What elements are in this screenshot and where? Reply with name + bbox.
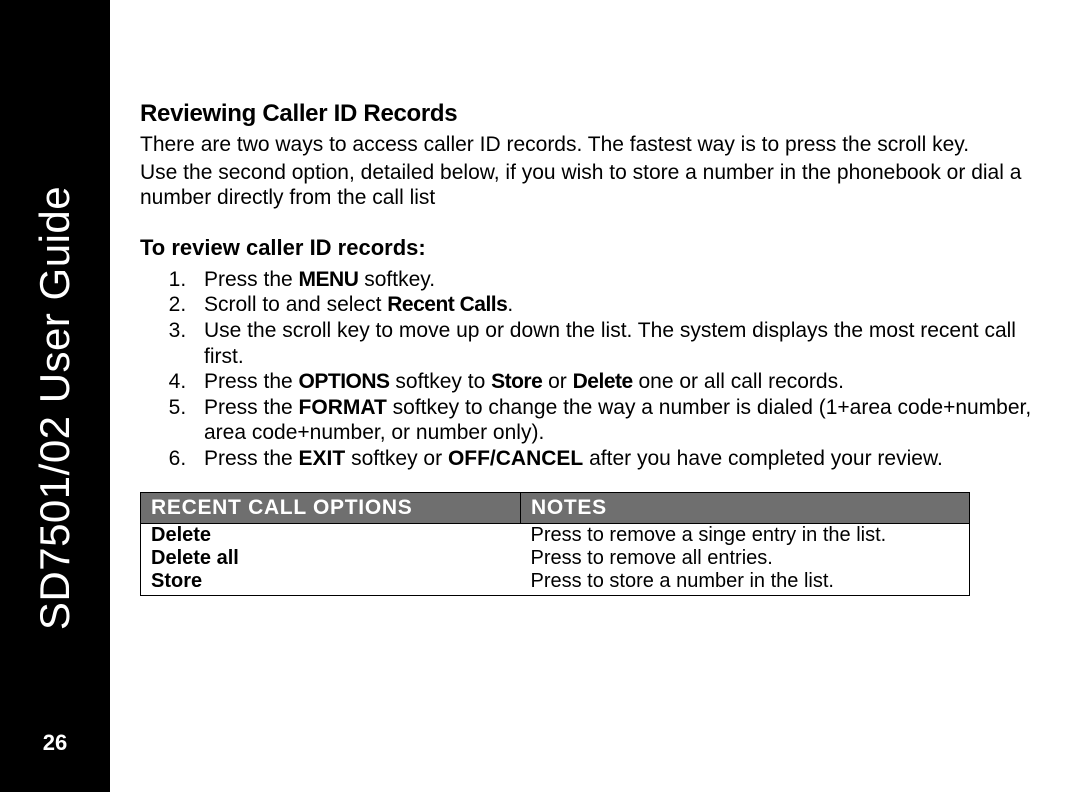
cell-delete-note: Press to remove a singe entry in the lis… xyxy=(521,523,970,547)
menu-keyword: MENU xyxy=(299,268,359,291)
table-row: Store Press to store a number in the lis… xyxy=(141,570,970,596)
step-5: Press the FORMAT softkey to change the w… xyxy=(192,395,1040,446)
guide-title: SD7501/02 User Guide xyxy=(31,186,79,630)
cell-store: Store xyxy=(141,570,521,596)
off-cancel-keyword: OFF/CANCEL xyxy=(448,447,583,470)
step-1: Press the MENU softkey. xyxy=(192,267,1040,293)
intro-para-1: There are two ways to access caller ID r… xyxy=(140,132,1040,158)
page-number: 26 xyxy=(0,730,110,756)
options-table: RECENT CALL OPTIONS NOTES Delete Press t… xyxy=(140,492,970,596)
cell-delete-all-note: Press to remove all entries. xyxy=(521,547,970,570)
step-4: Press the OPTIONS softkey to Store or De… xyxy=(192,369,1040,395)
store-keyword: Store xyxy=(491,370,542,393)
step-6: Press the EXIT softkey or OFF/CANCEL aft… xyxy=(192,446,1040,472)
table-row: Delete Press to remove a singe entry in … xyxy=(141,523,970,547)
cell-delete-all: Delete all xyxy=(141,547,521,570)
table-row: Delete all Press to remove all entries. xyxy=(141,547,970,570)
step-2: Scroll to and select Recent Calls. xyxy=(192,292,1040,318)
format-keyword: FORMAT xyxy=(299,396,387,419)
cell-store-note: Press to store a number in the list. xyxy=(521,570,970,596)
table-header-notes: NOTES xyxy=(521,492,970,523)
cell-delete: Delete xyxy=(141,523,521,547)
delete-keyword: Delete xyxy=(573,370,633,393)
intro-para-2: Use the second option, detailed below, i… xyxy=(140,160,1040,211)
page-content: Reviewing Caller ID Records There are tw… xyxy=(140,100,1040,596)
exit-keyword: EXIT xyxy=(299,447,346,470)
sidebar: SD7501/02 User Guide 26 xyxy=(0,0,110,792)
steps-heading: To review caller ID records: xyxy=(140,235,1040,261)
steps-list: Press the MENU softkey. Scroll to and se… xyxy=(140,267,1040,472)
section-heading: Reviewing Caller ID Records xyxy=(140,100,1040,128)
recent-calls-keyword: Recent Calls xyxy=(387,293,507,316)
table-header-options: RECENT CALL OPTIONS xyxy=(141,492,521,523)
options-keyword: OPTIONS xyxy=(299,370,390,393)
step-3: Use the scroll key to move up or down th… xyxy=(192,318,1040,369)
